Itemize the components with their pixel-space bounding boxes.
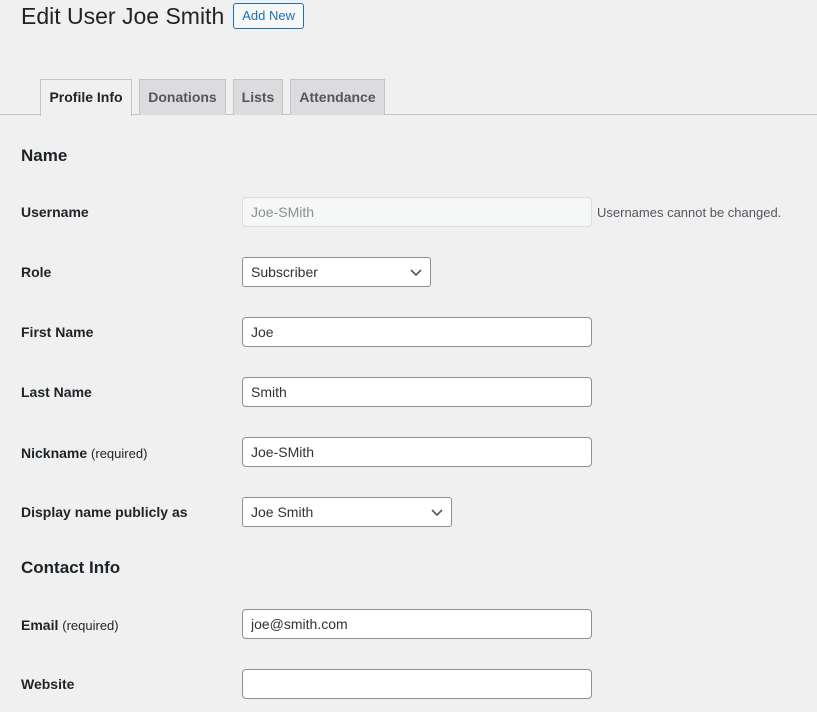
tab-bar: Profile Info Donations Lists Attendance xyxy=(0,79,817,116)
last-name-input[interactable] xyxy=(242,377,592,407)
tab-lists[interactable]: Lists xyxy=(233,79,283,115)
tab-attendance[interactable]: Attendance xyxy=(290,79,385,115)
page-title: Edit User Joe Smith xyxy=(21,3,225,29)
tab-profile-info[interactable]: Profile Info xyxy=(40,79,132,116)
email-label-text: Email xyxy=(21,617,59,633)
display-name-select-value: Joe Smith xyxy=(251,504,314,520)
first-name-input[interactable] xyxy=(242,317,592,347)
email-input[interactable] xyxy=(242,609,592,639)
display-name-select[interactable]: Joe Smith xyxy=(242,497,452,527)
username-help-text: Usernames cannot be changed. xyxy=(597,205,782,220)
nickname-required-note: (required) xyxy=(91,446,148,461)
role-select-value: Subscriber xyxy=(251,264,318,280)
section-title-contact-info: Contact Info xyxy=(21,558,121,577)
section-title-name: Name xyxy=(21,146,68,165)
email-label: Email (required) xyxy=(21,617,119,633)
edit-user-page: Edit User Joe Smith Add New Profile Info… xyxy=(0,0,817,712)
username-label: Username xyxy=(21,204,89,220)
tab-donations[interactable]: Donations xyxy=(139,79,226,115)
nickname-input[interactable] xyxy=(242,437,592,467)
display-name-label: Display name publicly as xyxy=(21,504,188,520)
chevron-down-icon xyxy=(431,509,443,517)
nickname-label: Nickname (required) xyxy=(21,445,147,461)
username-input xyxy=(242,197,592,227)
role-label: Role xyxy=(21,264,52,280)
email-required-note: (required) xyxy=(62,618,119,633)
add-new-button[interactable]: Add New xyxy=(233,3,304,29)
first-name-label: First Name xyxy=(21,324,94,340)
role-select[interactable]: Subscriber xyxy=(242,257,431,287)
nickname-label-text: Nickname xyxy=(21,445,88,461)
website-input[interactable] xyxy=(242,669,592,699)
website-label: Website xyxy=(21,676,75,692)
last-name-label: Last Name xyxy=(21,384,92,400)
page-heading: Edit User Joe Smith Add New xyxy=(21,0,304,32)
chevron-down-icon xyxy=(410,269,422,277)
